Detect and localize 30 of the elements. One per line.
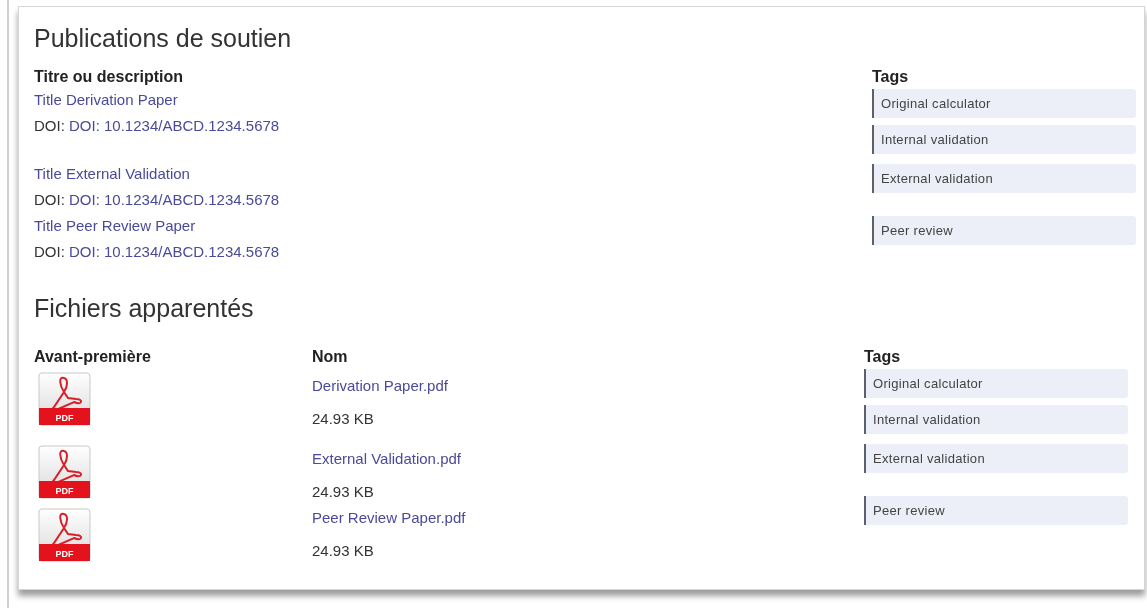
column-header: Nom [312,347,349,367]
doi-link[interactable]: DOI: 10.1234/ABCD.1234.5678 [69,191,280,208]
publication-title-link[interactable]: Title Peer Review Paper [34,213,872,239]
file-size: 24.93 KB [312,482,375,502]
tag: Original calculator [864,369,1128,398]
file-size: 24.93 KB [312,409,375,429]
tag: Peer review [872,216,1136,245]
doi-label: DOI: [34,191,65,208]
pdf-file-icon: PDF [38,372,92,428]
column-header: Tags [864,347,902,367]
tag: External validation [872,164,1136,193]
tag: Internal validation [864,405,1128,434]
doi-link[interactable]: DOI: 10.1234/ABCD.1234.5678 [69,117,280,134]
publication-title-link[interactable]: Title External Validation [34,161,872,187]
publication-title-link[interactable]: Title Derivation Paper [34,87,872,113]
column-header: Avant-première [34,347,152,367]
pdf-file-icon: PDF [38,445,92,501]
tag: Original calculator [872,89,1136,118]
tag: External validation [864,444,1128,473]
doi-label: DOI: [34,117,65,134]
file-size: 24.93 KB [312,541,375,561]
pdf-file-icon: PDF [38,508,92,564]
tag: Peer review [864,496,1128,525]
column-header: Tags [872,67,909,87]
doi-label: DOI: [34,243,65,260]
tag: Internal validation [872,125,1136,154]
section-heading: Publications de soutien [34,23,293,54]
doi-link[interactable]: DOI: 10.1234/ABCD.1234.5678 [69,243,280,260]
section-heading: Fichiers apparentés [34,293,255,324]
column-header: Titre ou description [34,67,185,87]
